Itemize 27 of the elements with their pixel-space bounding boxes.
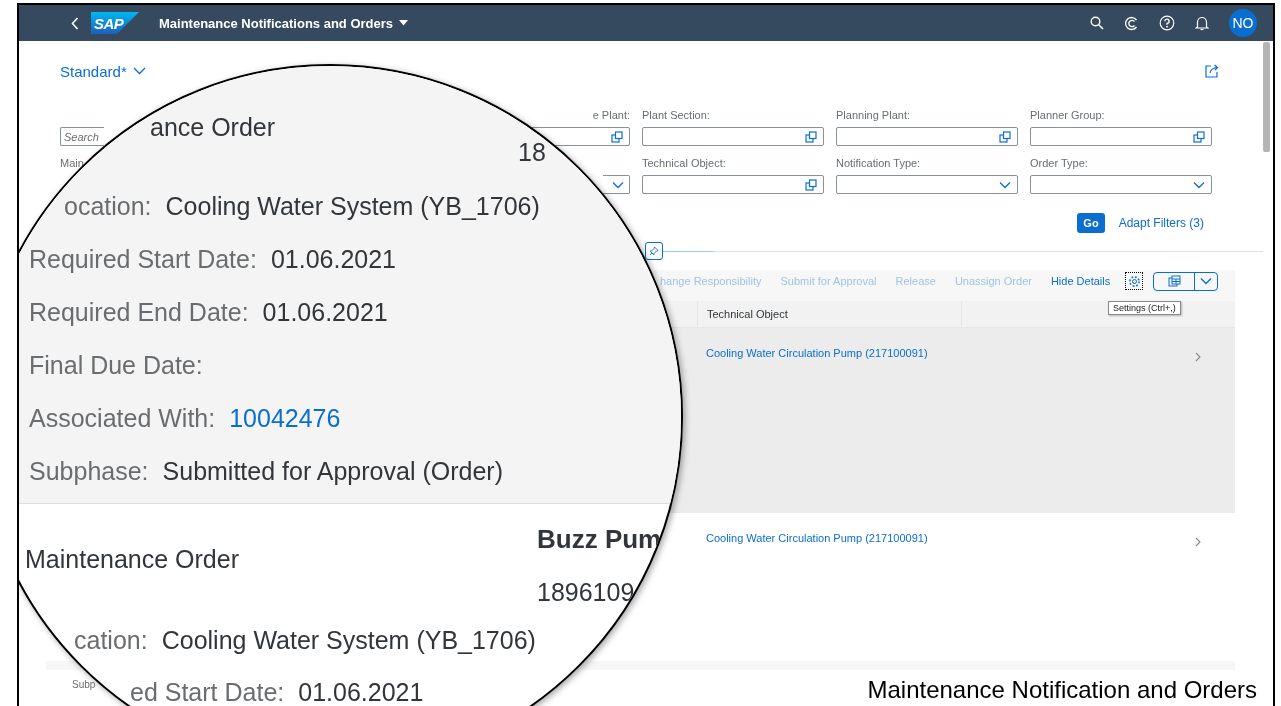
field-label: Final Due Date:: [29, 351, 203, 380]
filter-label: Plant Section:: [642, 109, 711, 122]
field-label: Required Start Date:: [29, 245, 257, 274]
tooltip: Settings (Ctrl+,): [1108, 301, 1181, 315]
field-value: Submitted for Approval (Order): [162, 457, 503, 486]
field-label: Associated With:: [29, 404, 216, 433]
order-number: 1896109: [537, 577, 636, 608]
filter-label: Notification Type:: [836, 157, 922, 170]
field-label: ocation:: [64, 192, 152, 221]
field-label: Required End Date:: [29, 298, 249, 327]
item-title: ance Order: [150, 112, 277, 143]
field-value: 01.06.2021: [262, 298, 388, 327]
filter-label: Main: [60, 157, 85, 170]
logo: SAP: [91, 12, 139, 34]
order-number: 18: [518, 137, 546, 168]
filter-label: Order Type:: [1030, 157, 1089, 170]
table-cell: Subp: [72, 679, 96, 690]
item-title: Buzz Pum: [537, 523, 662, 556]
field-label: cation:: [74, 625, 148, 655]
field-value: Cooling Water System (YB_1706): [165, 192, 540, 221]
filter-label: e Plant:: [592, 109, 630, 122]
filter-label: Technical Object:: [642, 157, 727, 170]
filter-label: Planning Plant:: [836, 109, 911, 122]
field-value: 01.06.2021: [270, 245, 397, 274]
field-value: Cooling Water System (YB_1706): [161, 625, 536, 655]
filter-label: Planner Group:: [1030, 109, 1106, 122]
field-label: Subphase:: [29, 457, 149, 486]
